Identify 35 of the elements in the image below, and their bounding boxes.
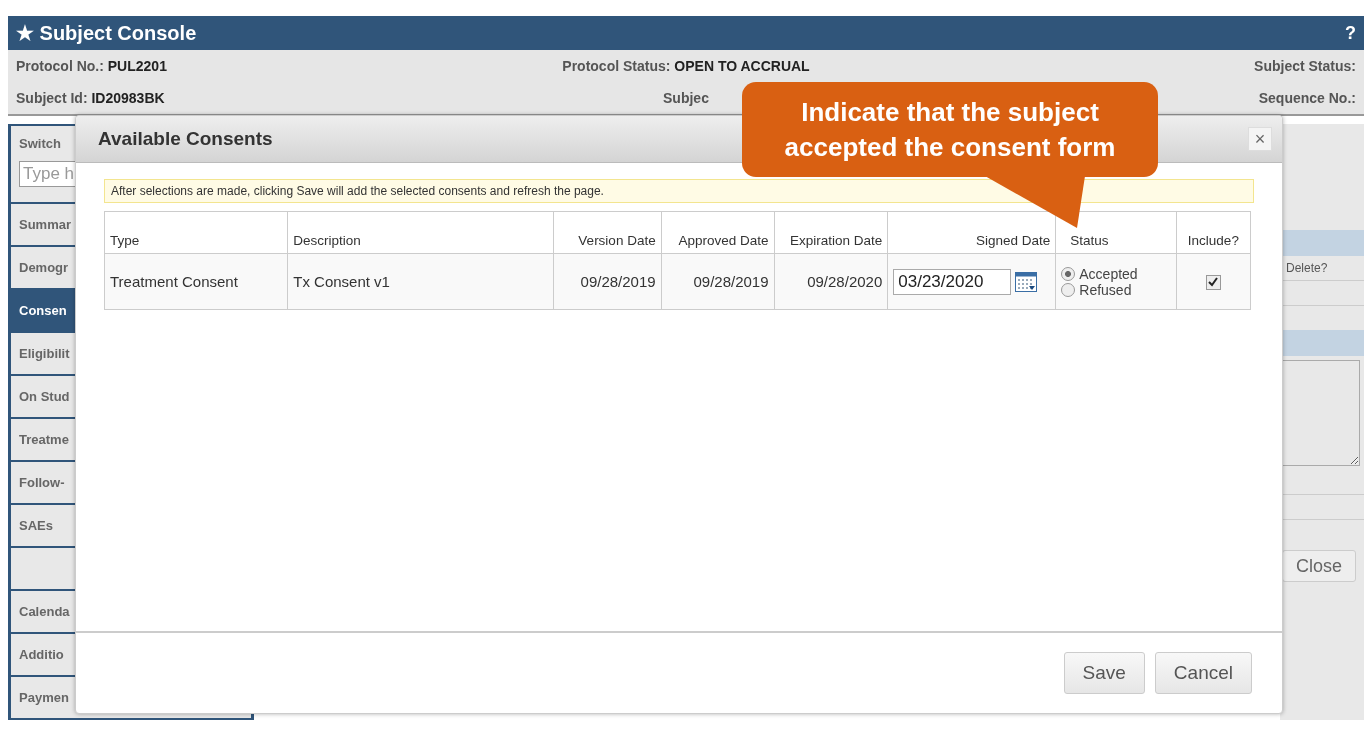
info-field: Subject Status: (1254, 58, 1356, 74)
info-field: Protocol No.: PUL2201 (16, 58, 167, 74)
comment-field[interactable] (1280, 360, 1360, 466)
info-field: Subjec (663, 90, 709, 106)
info-field: Protocol Status: OPEN TO ACCRUAL (562, 58, 810, 74)
info-field: Sequence No.: (1258, 90, 1356, 106)
calendar-icon[interactable] (1015, 271, 1038, 292)
notice: After selections are made, clicking Save will add the selected consents and refresh the page. (104, 179, 1254, 203)
info-field: Subject Id: ID20983BK (16, 90, 165, 106)
column-header: Description (287, 211, 554, 254)
column-header: Include? (1176, 211, 1251, 254)
column-header: Status (1055, 211, 1177, 254)
table-cell: 09/28/2020 (774, 253, 888, 310)
table-cell: Treatment Consent (104, 253, 288, 310)
dialog-title: Available Consents (98, 128, 273, 150)
column-header: Signed Date (887, 211, 1056, 254)
close-button[interactable]: Close (1282, 550, 1356, 582)
date-field[interactable]: 03/23/2020 (893, 268, 1012, 295)
column-header: Version Date (553, 211, 662, 254)
column-header: Approved Date (661, 211, 775, 254)
column-header: Type (104, 211, 288, 254)
table-cell: 09/28/2019 (661, 253, 775, 310)
help-button[interactable]: ? (1345, 22, 1356, 44)
window-title: ★ Subject Console (16, 21, 197, 45)
table-cell: Tx Consent v1 (287, 253, 554, 310)
close-button[interactable]: × (1248, 127, 1272, 151)
include-checkbox[interactable] (1205, 274, 1221, 290)
status-radio[interactable]: Accepted (1061, 265, 1171, 282)
column-label: Delete? (1286, 261, 1328, 275)
save-button[interactable]: Save (1063, 652, 1145, 694)
cancel-button[interactable]: Cancel (1154, 652, 1252, 694)
status-radio[interactable]: Refused (1061, 281, 1171, 298)
table-cell: 09/28/2019 (553, 253, 662, 310)
column-header: Expiration Date (774, 211, 888, 254)
switch-label: Switch (19, 136, 61, 151)
